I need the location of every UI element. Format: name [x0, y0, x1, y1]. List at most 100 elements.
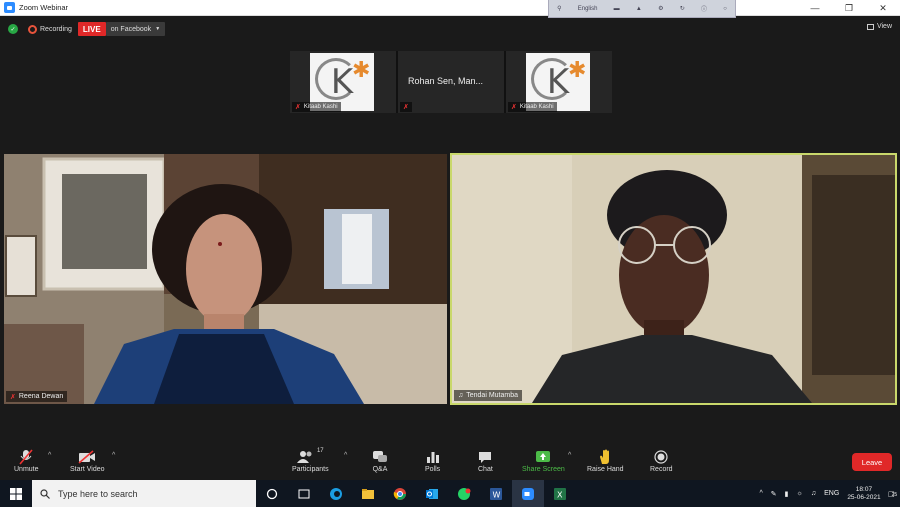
participant-thumbnails: K ✱ ✗ Kitaab Kashi Rohan Sen, Man... ✗ K ✱… [290, 51, 612, 113]
thumbnail-tile[interactable]: K ✱ ✗ Kitaab Kashi [290, 51, 396, 113]
windows-logo-icon [10, 487, 22, 500]
windows-taskbar: W X ^ ✎ ▮ ☼ ♫ ENG 18:07 25-06-2021 □25 [0, 480, 900, 507]
excel-icon[interactable]: X [544, 480, 576, 507]
share-screen-button[interactable]: Share Screen [522, 448, 565, 473]
recording-label: Recording [40, 25, 72, 33]
participant-name-tag: ✗ Reena Dewan [6, 391, 68, 402]
participants-count: 17 [316, 448, 324, 454]
live-badge[interactable]: LIVE [77, 22, 106, 36]
video-tile-left[interactable]: ✗ Reena Dewan [4, 154, 447, 404]
clock-date: 25-06-2021 [847, 493, 881, 501]
stop-icon[interactable]: ○ [723, 6, 727, 12]
raise-hand-button[interactable]: Raise Hand [587, 448, 624, 473]
participants-options-caret[interactable]: ^ [344, 452, 347, 459]
whatsapp-icon[interactable] [448, 480, 480, 507]
restore-icon[interactable]: ❐ [832, 0, 866, 16]
task-view-icon[interactable] [288, 480, 320, 507]
outlook-icon[interactable] [416, 480, 448, 507]
refresh-icon[interactable]: ↻ [680, 5, 685, 12]
network-icon[interactable]: ☼ [796, 490, 802, 497]
record-button[interactable]: Record [650, 448, 673, 473]
notification-center-icon[interactable]: □ 25 [889, 489, 898, 499]
chat-icon [478, 448, 492, 466]
person-icon[interactable]: ▲ [636, 6, 642, 12]
zoom-taskbar-icon[interactable] [512, 480, 544, 507]
chrome-icon[interactable] [384, 480, 416, 507]
chat-button[interactable]: Chat [478, 448, 493, 473]
participant-name: Reena Dewan [18, 393, 64, 400]
volume-icon[interactable]: ♫ [811, 490, 816, 497]
polls-label: Polls [425, 466, 441, 473]
title-bar: Zoom Webinar — ❐ ✕ [0, 0, 900, 16]
thumbnail-name-tag: ✗ [400, 102, 412, 112]
video-tile-right-active-speaker[interactable]: ♫ Tendai Mutamba [450, 153, 897, 405]
mic-off-icon: ✗ [10, 393, 16, 401]
share-screen-label: Share Screen [522, 466, 565, 473]
raise-hand-icon [598, 448, 612, 466]
start-video-button[interactable]: Start Video [70, 448, 105, 473]
share-options-caret[interactable]: ^ [568, 452, 571, 459]
language-label[interactable]: English [578, 6, 598, 12]
taskbar-search[interactable] [32, 480, 256, 507]
taskbar-clock[interactable]: 18:07 25-06-2021 [847, 486, 880, 501]
mic-muted-icon [19, 448, 33, 466]
chat-label: Chat [478, 466, 493, 473]
participant-name-tag: ♫ Tendai Mutamba [454, 390, 523, 401]
unmute-button[interactable]: Unmute [14, 448, 39, 473]
raise-hand-label: Raise Hand [587, 466, 624, 473]
qa-button[interactable]: Q&A [372, 448, 388, 473]
settings-icon[interactable]: ⚙ [658, 5, 663, 12]
participants-label: Participants [292, 466, 329, 473]
start-button[interactable] [0, 480, 32, 507]
speaker-video-left [4, 154, 447, 404]
thumbnail-name: Rohan Sen, Man... [408, 76, 484, 86]
participants-button[interactable]: 17 Participants [292, 448, 329, 473]
window-controls: — ❐ ✕ [798, 0, 900, 16]
security-shield-icon[interactable]: ✓ [8, 24, 18, 34]
video-options-caret[interactable]: ^ [112, 452, 115, 459]
share-screen-icon [535, 448, 551, 466]
video-off-icon [78, 448, 96, 466]
start-video-label: Start Video [70, 466, 105, 473]
live-target-dropdown[interactable]: on Facebook ▼ [105, 22, 166, 36]
svg-text:W: W [493, 490, 501, 499]
search-icon[interactable]: ⚲ [557, 5, 561, 12]
record-label: Record [650, 466, 673, 473]
mic-off-icon: ✗ [403, 104, 409, 111]
audio-options-caret[interactable]: ^ [48, 452, 51, 459]
mic-off-icon: ✗ [511, 104, 517, 111]
thumbnail-tile[interactable]: K ✱ ✗ Kitaab Kashi [506, 51, 612, 113]
polls-button[interactable]: Polls [425, 448, 440, 473]
edge-icon[interactable] [320, 480, 352, 507]
window-title: Zoom Webinar [19, 3, 69, 12]
leave-button[interactable]: Leave [852, 453, 892, 471]
chevron-down-icon: ▼ [155, 26, 161, 32]
file-explorer-icon[interactable] [352, 480, 384, 507]
participants-icon: 17 [296, 448, 324, 466]
view-label: View [876, 23, 892, 30]
thumbnail-name-tag: ✗ Kitaab Kashi [292, 102, 341, 112]
language-indicator[interactable]: ENG [824, 490, 839, 497]
thumbnail-tile[interactable]: Rohan Sen, Man... ✗ [398, 51, 504, 113]
zoom-app-icon [4, 2, 15, 13]
system-tray: ^ ✎ ▮ ☼ ♫ ENG 18:07 25-06-2021 □ 25 [759, 480, 900, 507]
polls-icon [426, 448, 440, 466]
battery-icon[interactable]: ▮ [785, 490, 789, 498]
thumbnail-name-tag: ✗ Kitaab Kashi [508, 102, 557, 112]
chevron-up-icon[interactable]: ^ [759, 490, 762, 497]
qa-icon [372, 448, 388, 466]
svg-text:X: X [557, 490, 563, 499]
participant-name: Tendai Mutamba [466, 392, 519, 399]
minimize-icon[interactable]: — [798, 0, 832, 16]
close-icon[interactable]: ✕ [866, 0, 900, 16]
word-icon[interactable]: W [480, 480, 512, 507]
speaker-video-right [452, 155, 895, 403]
cortana-icon[interactable] [256, 480, 288, 507]
clock-time: 18:07 [855, 486, 873, 494]
search-input[interactable] [58, 488, 238, 499]
mute-icon[interactable]: ▬ [614, 6, 620, 12]
view-button[interactable]: View [866, 23, 892, 30]
info-icon[interactable]: ⓘ [701, 4, 707, 13]
pen-icon[interactable]: ✎ [771, 490, 777, 498]
mic-off-icon: ✗ [295, 104, 301, 111]
